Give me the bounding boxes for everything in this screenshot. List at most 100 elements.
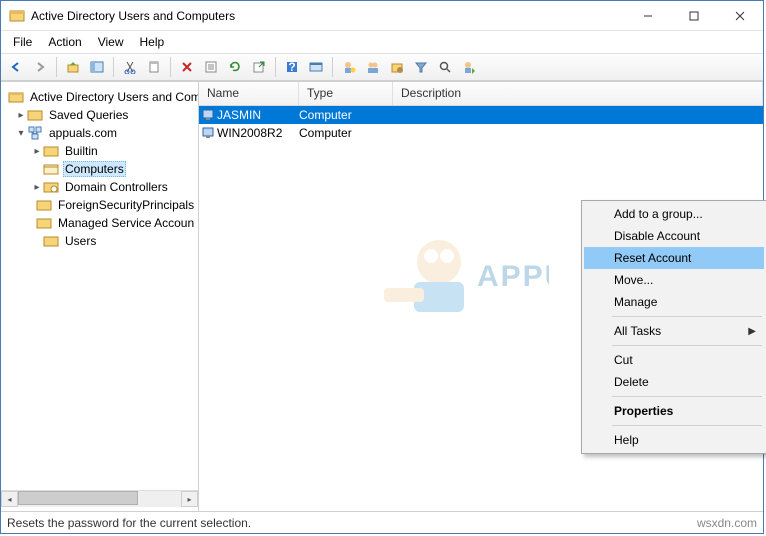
user-query-icon[interactable] [458, 56, 480, 78]
back-arrow-icon[interactable] [5, 56, 27, 78]
show-pane-icon[interactable] [86, 56, 108, 78]
menubar: File Action View Help [1, 31, 763, 53]
list-header: Name Type Description [199, 82, 763, 106]
tree-hscrollbar[interactable]: ◂ ▸ [1, 490, 198, 507]
find-icon[interactable] [434, 56, 456, 78]
submenu-arrow-icon: ▶ [748, 326, 756, 337]
cell-type: Computer [299, 126, 393, 140]
refresh-icon[interactable] [224, 56, 246, 78]
cut-icon[interactable] [119, 56, 141, 78]
delete-icon[interactable] [176, 56, 198, 78]
tree-node-domain-controllers[interactable]: ▸ Domain Controllers [1, 178, 198, 196]
minimize-button[interactable] [625, 1, 671, 30]
watermark: APPUALS [289, 212, 549, 332]
maximize-button[interactable] [671, 1, 717, 30]
ctx-properties[interactable]: Properties [584, 400, 764, 422]
menu-file[interactable]: File [5, 33, 40, 51]
scroll-right-button[interactable]: ▸ [181, 491, 198, 507]
properties-icon[interactable] [200, 56, 222, 78]
expand-toggle[interactable]: ▸ [31, 182, 43, 193]
tree-node-computers[interactable]: ▸ Computers [1, 160, 198, 178]
tree-node-builtin[interactable]: ▸ Builtin [1, 142, 198, 160]
tree-label: Active Directory Users and Com [28, 90, 198, 104]
ctx-label: Disable Account [614, 229, 700, 243]
folder-icon [27, 107, 43, 123]
ctx-label: Cut [614, 353, 633, 367]
user-add-1-icon[interactable] [338, 56, 360, 78]
forward-arrow-icon[interactable] [29, 56, 51, 78]
ctx-cut[interactable]: Cut [584, 349, 764, 371]
ctx-help[interactable]: Help [584, 429, 764, 451]
col-type[interactable]: Type [299, 82, 393, 105]
console-icon[interactable] [305, 56, 327, 78]
app-icon [9, 8, 25, 24]
ctx-label: Manage [614, 295, 657, 309]
ctx-label: Help [614, 433, 639, 447]
scroll-left-button[interactable]: ◂ [1, 491, 18, 507]
copy-icon[interactable] [143, 56, 165, 78]
col-desc[interactable]: Description [393, 82, 763, 105]
expand-toggle[interactable]: ▸ [31, 146, 43, 157]
svg-text:APPUALS: APPUALS [477, 260, 549, 293]
ctx-add-to-group[interactable]: Add to a group... [584, 203, 764, 225]
col-name[interactable]: Name [199, 82, 299, 105]
content-area: ▸ Active Directory Users and Com ▸ Saved… [1, 81, 763, 511]
ctx-label: Properties [614, 404, 673, 418]
tree-label: Saved Queries [47, 108, 130, 122]
ctx-label: Reset Account [614, 251, 691, 265]
ctx-manage[interactable]: Manage [584, 291, 764, 313]
ctx-separator [612, 345, 762, 346]
app-window: Active Directory Users and Computers Fil… [0, 0, 764, 534]
ctx-delete[interactable]: Delete [584, 371, 764, 393]
toolbar-sep [275, 57, 276, 77]
statusbar: Resets the password for the current sele… [1, 511, 763, 533]
titlebar: Active Directory Users and Computers [1, 1, 763, 31]
computer-icon [199, 107, 217, 123]
tree-label: Domain Controllers [63, 180, 170, 194]
folder-icon [36, 215, 52, 231]
list-row[interactable]: JASMIN Computer [199, 106, 763, 124]
brand-text: wsxdn.com [697, 516, 757, 530]
toolbar-sep [170, 57, 171, 77]
tree-node-fsp[interactable]: ▸ ForeignSecurityPrincipals [1, 196, 198, 214]
ad-root-icon [8, 89, 24, 105]
folder-icon [43, 233, 59, 249]
toolbar-sep [113, 57, 114, 77]
tree-label: Computers [63, 161, 126, 177]
tree-node-domain[interactable]: ▾ appuals.com [1, 124, 198, 142]
tree-label: appuals.com [47, 126, 119, 140]
ctx-label: Add to a group... [614, 207, 703, 221]
computer-icon [199, 125, 217, 141]
user-add-2-icon[interactable] [362, 56, 384, 78]
ctx-all-tasks[interactable]: All Tasks ▶ [584, 320, 764, 342]
tree-node-msa[interactable]: ▸ Managed Service Accoun [1, 214, 198, 232]
menu-help[interactable]: Help [132, 33, 173, 51]
export-icon[interactable] [248, 56, 270, 78]
ctx-label: All Tasks [614, 324, 661, 338]
ctx-separator [612, 425, 762, 426]
close-button[interactable] [717, 1, 763, 30]
cell-name: WIN2008R2 [217, 126, 299, 140]
list-row[interactable]: WIN2008R2 Computer [199, 124, 763, 142]
ctx-disable-account[interactable]: Disable Account [584, 225, 764, 247]
tree-node-users[interactable]: ▸ Users [1, 232, 198, 250]
tree-label: Users [63, 234, 98, 248]
tree-label: Builtin [63, 144, 100, 158]
ctx-separator [612, 396, 762, 397]
domain-icon [27, 125, 43, 141]
folder-icon [36, 197, 52, 213]
collapse-toggle[interactable]: ▾ [15, 128, 27, 139]
up-icon[interactable] [62, 56, 84, 78]
tree-node-saved-queries[interactable]: ▸ Saved Queries [1, 106, 198, 124]
menu-action[interactable]: Action [40, 33, 89, 51]
scroll-thumb[interactable] [18, 491, 138, 505]
toolbar-sep [56, 57, 57, 77]
filter-icon[interactable] [410, 56, 432, 78]
ctx-move[interactable]: Move... [584, 269, 764, 291]
expand-toggle[interactable]: ▸ [15, 110, 27, 121]
help-icon[interactable]: ? [281, 56, 303, 78]
menu-view[interactable]: View [90, 33, 132, 51]
user-folder-icon[interactable] [386, 56, 408, 78]
ctx-reset-account[interactable]: Reset Account [584, 247, 764, 269]
tree-root[interactable]: ▸ Active Directory Users and Com [1, 88, 198, 106]
